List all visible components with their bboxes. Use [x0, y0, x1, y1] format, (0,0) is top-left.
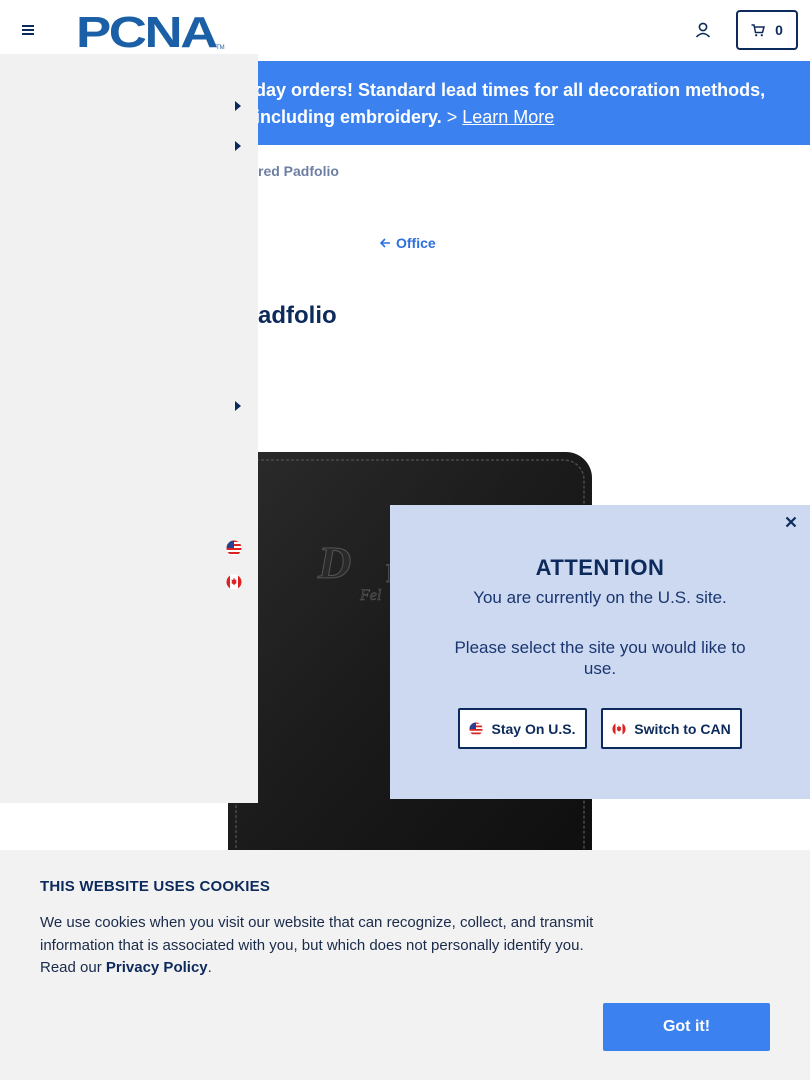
account-icon[interactable]	[694, 21, 712, 39]
switch-to-can-button[interactable]: Switch to CAN	[601, 708, 742, 749]
page: PCNA TM 0 day orders! Standard lead time…	[0, 0, 810, 1080]
imprint-text-fel: Fel	[359, 587, 382, 604]
drawer-item-2[interactable]	[0, 128, 258, 164]
arrow-left-icon	[380, 238, 390, 248]
cookie-title: THIS WEBSITE USES COOKIES	[40, 878, 271, 895]
svg-text:PCNA: PCNA	[76, 11, 217, 51]
privacy-policy-link[interactable]: Privacy Policy	[106, 959, 208, 976]
modal-title: ATTENTION	[535, 555, 665, 580]
canada-flag-icon[interactable]	[226, 574, 242, 590]
cookie-period: .	[207, 959, 212, 976]
banner-text: day orders! Standard lead times for all …	[255, 77, 795, 131]
us-flag-icon	[469, 721, 484, 736]
close-icon[interactable]	[782, 513, 800, 531]
banner-separator: >	[446, 107, 458, 127]
cart-count: 0	[775, 22, 783, 38]
cookie-text: We use cookies when you visit our websit…	[40, 912, 610, 980]
site-header: PCNA TM 0	[0, 0, 810, 61]
site-select-modal: ATTENTION You are currently on the U.S. …	[390, 505, 810, 799]
switch-to-can-label: Switch to CAN	[634, 720, 731, 737]
canada-flag-icon	[612, 721, 626, 736]
drawer-item-1[interactable]	[0, 88, 258, 124]
cart-icon	[751, 23, 766, 36]
stay-on-us-label: Stay On U.S.	[491, 720, 576, 737]
caret-right-icon	[235, 101, 241, 111]
caret-right-icon	[235, 401, 241, 411]
site-prompt-text: Please select the site you would like to…	[454, 638, 746, 678]
imprint-text-d: D	[317, 537, 351, 588]
breadcrumb[interactable]: red Padfolio	[258, 163, 339, 179]
accept-cookies-button[interactable]: Got it!	[603, 1003, 770, 1051]
current-site-text: You are currently on the U.S. site.	[473, 588, 727, 607]
cookie-banner: THIS WEBSITE USES COOKIES We use cookies…	[0, 850, 810, 1080]
side-nav-drawer	[0, 54, 258, 803]
back-to-category-link[interactable]: Office	[380, 235, 436, 251]
stay-on-us-button[interactable]: Stay On U.S.	[458, 708, 587, 749]
pcna-logo[interactable]: PCNA TM	[76, 11, 226, 51]
cart-button[interactable]: 0	[736, 10, 798, 50]
menu-icon[interactable]	[20, 22, 36, 38]
us-flag-icon[interactable]	[226, 540, 242, 556]
svg-text:TM: TM	[216, 45, 225, 51]
product-title: adfolio	[258, 302, 337, 329]
back-link-label: Office	[396, 235, 436, 251]
caret-right-icon	[235, 141, 241, 151]
learn-more-link[interactable]: Learn More	[462, 107, 554, 127]
drawer-item-3[interactable]	[0, 388, 258, 424]
